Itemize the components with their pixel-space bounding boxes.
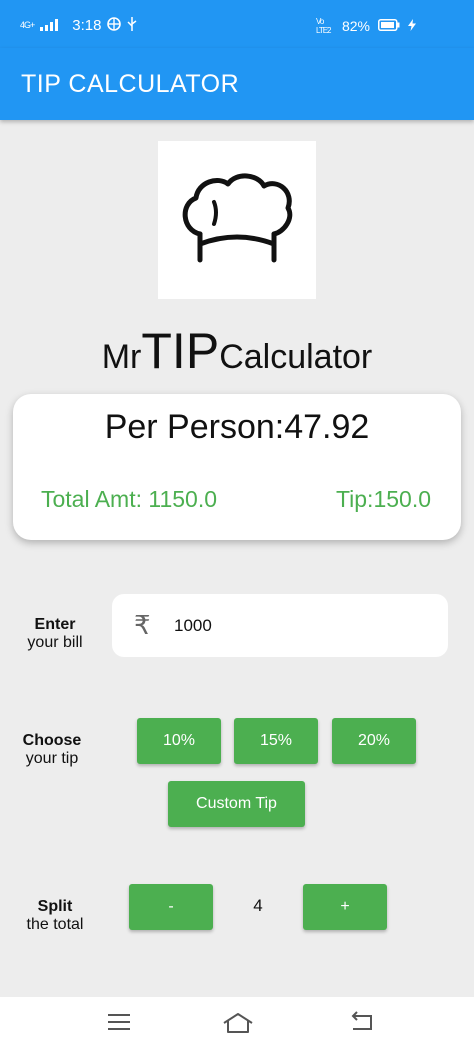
status-bar: 4G+ 3:18 Vo LTE2 82% (0, 0, 474, 48)
rupee-icon: ₹ (134, 610, 151, 640)
bill-label-line1: Enter (34, 616, 76, 633)
chef-hat-icon (178, 172, 296, 269)
brand-prefix: Mr (101, 338, 142, 376)
app-title: TIP CALCULATOR (21, 70, 240, 98)
menu-icon[interactable] (107, 1011, 131, 1038)
network-type: 4G+ (20, 20, 35, 30)
split-decrement-button[interactable]: - (129, 884, 213, 930)
brand-title: MrTIPCalculator (0, 322, 474, 380)
vpn-icon (107, 17, 122, 34)
usb-icon (127, 17, 137, 34)
app-bar: TIP CALCULATOR (0, 48, 474, 120)
brand-suffix: Calculator (219, 338, 373, 376)
charging-icon (408, 18, 416, 34)
bill-input[interactable]: ₹ 1000 (112, 594, 448, 657)
split-increment-button[interactable]: + (303, 884, 387, 930)
logo (158, 141, 316, 299)
tip-label: Choose your tip (0, 732, 107, 768)
system-nav-bar (0, 997, 474, 1053)
bill-label-line2: your bill (27, 634, 83, 651)
status-time: 3:18 (72, 17, 102, 34)
tip-label-line1: Choose (22, 732, 82, 749)
signal-icon (40, 18, 66, 34)
split-label: Split the total (0, 898, 110, 934)
tip-amount: Tip:150.0 (335, 486, 431, 512)
total-amount: Total Amt: 1150.0 (41, 486, 218, 512)
tip-label-line2: your tip (25, 750, 79, 767)
status-right: Vo LTE2 82% (316, 17, 416, 35)
brand-highlight: TIP (141, 323, 220, 379)
battery-icon (378, 18, 400, 34)
split-label-line2: the total (26, 916, 84, 933)
per-person-amount: Per Person:47.92 (104, 408, 370, 446)
bill-value[interactable]: 1000 (174, 616, 212, 636)
split-count: 4 (253, 896, 263, 915)
tip-15-button[interactable]: 15% (234, 718, 318, 764)
bill-label: Enter your bill (0, 616, 110, 652)
status-left: 4G+ 3:18 (20, 17, 137, 34)
lte-indicator: Vo LTE2 (315, 17, 332, 35)
split-label-line1: Split (37, 898, 73, 915)
tip-20-button[interactable]: 20% (332, 718, 416, 764)
battery-percent: 82% (341, 18, 370, 34)
tip-10-button[interactable]: 10% (137, 718, 221, 764)
home-icon[interactable] (222, 1011, 254, 1040)
custom-tip-button[interactable]: Custom Tip (168, 781, 305, 827)
summary-card: Per Person:47.92 Total Amt: 1150.0 Tip:1… (13, 394, 461, 540)
back-icon[interactable] (349, 1011, 375, 1038)
